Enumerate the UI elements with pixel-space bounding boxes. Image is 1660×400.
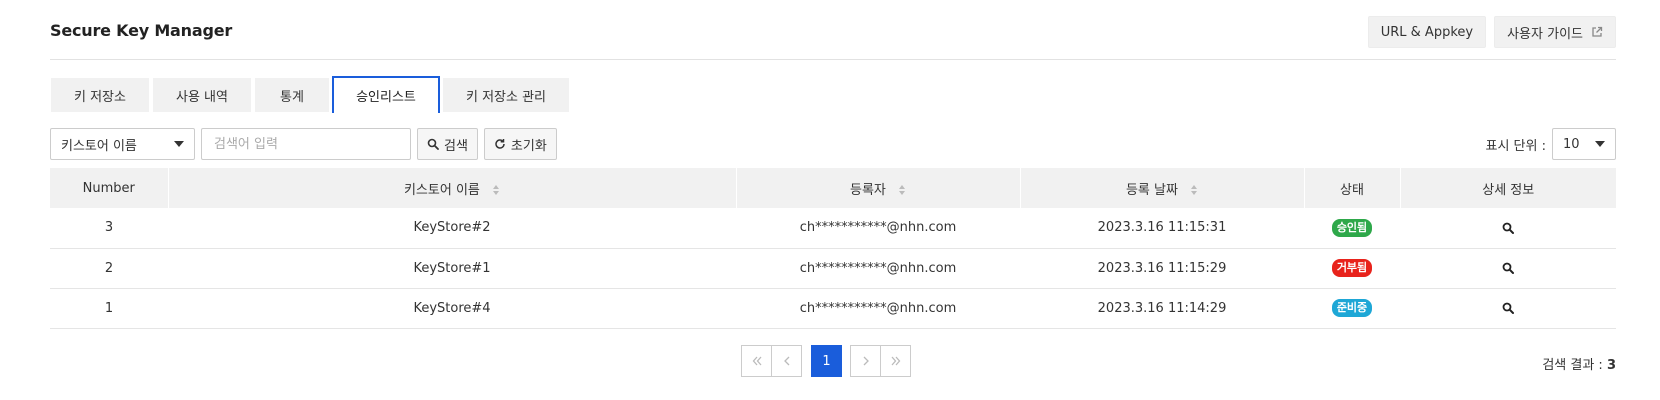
cell-registrant: ch***********@nhn.com: [736, 208, 1020, 249]
url-appkey-button[interactable]: URL & Appkey: [1367, 16, 1487, 48]
status-badge: 거부됨: [1331, 259, 1373, 277]
column-header-label: 키스토어 이름: [403, 182, 480, 198]
page-size-control: 표시 단위 : 10: [1485, 128, 1616, 160]
last-page-button[interactable]: [880, 345, 911, 377]
cell-status: 거부됨: [1304, 248, 1400, 289]
search-field-select-value: 키스토어 이름: [61, 138, 137, 154]
next-page-button[interactable]: [850, 345, 881, 377]
cell-details: [1400, 208, 1616, 249]
cell-status: 승인됨: [1304, 208, 1400, 249]
tab-usage-history[interactable]: 사용 내역: [152, 77, 252, 113]
sort-icon[interactable]: [898, 185, 906, 195]
column-header-registration-date[interactable]: 등록 날짜: [1019, 168, 1304, 208]
search-result-value: 3: [1606, 358, 1616, 373]
url-appkey-button-label: URL & Appkey: [1380, 24, 1474, 40]
table-row: 2 KeyStore#1 ch***********@nhn.com 2023.…: [50, 248, 1616, 289]
search-icon[interactable]: [1502, 262, 1514, 274]
pagination: 1: [741, 345, 911, 377]
search-icon[interactable]: [1502, 302, 1514, 314]
refresh-icon: [495, 139, 505, 149]
table-row: 3 KeyStore#2 ch***********@nhn.com 2023.…: [50, 208, 1616, 249]
cell-registration-date: 2023.3.16 11:15:31: [1020, 208, 1304, 249]
sort-icon[interactable]: [492, 185, 500, 195]
cell-registration-date: 2023.3.16 11:15:29: [1020, 248, 1304, 289]
column-header-number: Number: [50, 168, 168, 208]
search-icon[interactable]: [1502, 222, 1514, 234]
column-header-status: 상태: [1303, 168, 1400, 208]
cell-registrant: ch***********@nhn.com: [736, 288, 1020, 329]
status-badge: 승인됨: [1331, 218, 1373, 237]
chevron-right-icon: [863, 356, 869, 366]
external-link-icon: [1592, 26, 1603, 37]
cell-registrant: ch***********@nhn.com: [736, 248, 1020, 289]
double-chevron-left-icon: [752, 356, 761, 366]
column-header-details: 상세 정보: [1399, 168, 1616, 208]
column-header-label: 상태: [1340, 182, 1364, 198]
search-field-select[interactable]: 키스토어 이름: [50, 128, 195, 160]
page-title: Secure Key Manager: [50, 21, 233, 40]
page-header: Secure Key Manager URL & Appkey 사용자 가이드: [50, 0, 1616, 60]
cell-keystore-name: KeyStore#4: [168, 288, 736, 329]
tab-statistics[interactable]: 통계: [254, 77, 330, 113]
user-guide-button-label: 사용자 가이드: [1507, 26, 1583, 42]
search-result-count: 검색 결과 : 3: [1542, 354, 1616, 373]
column-header-label: 등록자: [849, 182, 886, 198]
tab-bar: 키 저장소 사용 내역 통계 승인리스트 키 저장소 관리: [50, 76, 572, 113]
chevron-left-icon: [783, 356, 789, 366]
chevron-down-icon: [174, 141, 184, 147]
tab-label: 키 저장소 관리: [465, 89, 547, 105]
prev-page-button[interactable]: [771, 345, 802, 377]
search-input[interactable]: [201, 128, 411, 160]
sort-icon[interactable]: [1190, 185, 1198, 195]
column-header-registrant[interactable]: 등록자: [735, 168, 1020, 208]
status-badge: 준비중: [1331, 299, 1373, 317]
reset-button[interactable]: 초기화: [483, 128, 557, 160]
search-result-label: 검색 결과 :: [1542, 358, 1603, 373]
page-size-label: 표시 단위 :: [1485, 138, 1547, 154]
page-size-select[interactable]: 10: [1552, 128, 1616, 160]
tab-keystore-management[interactable]: 키 저장소 관리: [442, 77, 570, 113]
tab-label: 키 저장소: [74, 89, 126, 105]
double-chevron-right-icon: [891, 356, 900, 366]
cell-registration-date: 2023.3.16 11:14:29: [1020, 288, 1304, 329]
search-button-label: 검색: [444, 138, 468, 154]
reset-button-label: 초기화: [510, 138, 547, 154]
tab-approval-list[interactable]: 승인리스트: [332, 76, 440, 113]
tab-keystore[interactable]: 키 저장소: [50, 77, 150, 113]
approval-table: Number 키스토어 이름 등록자 등록 날짜 상태 상세 정보 3 KeyS…: [50, 168, 1616, 329]
search-button[interactable]: 검색: [417, 128, 478, 160]
tab-label: 통계: [280, 89, 304, 105]
tab-label: 사용 내역: [176, 89, 228, 105]
table-header-row: Number 키스토어 이름 등록자 등록 날짜 상태 상세 정보: [50, 168, 1616, 208]
column-header-label: Number: [82, 180, 135, 196]
cell-details: [1400, 248, 1616, 289]
first-page-button[interactable]: [741, 345, 772, 377]
cell-number: 2: [50, 248, 168, 289]
cell-number: 3: [50, 208, 168, 249]
header-actions: URL & Appkey 사용자 가이드: [1367, 16, 1616, 48]
cell-keystore-name: KeyStore#2: [168, 208, 736, 249]
page-number-button[interactable]: 1: [811, 345, 842, 377]
column-header-label: 등록 날짜: [1125, 182, 1178, 198]
cell-number: 1: [50, 288, 168, 329]
search-icon: [427, 138, 439, 150]
column-header-label: 상세 정보: [1482, 182, 1535, 198]
tab-label: 승인리스트: [356, 90, 416, 105]
cell-details: [1400, 288, 1616, 329]
page-size-value: 10: [1563, 136, 1580, 152]
cell-status: 준비중: [1304, 288, 1400, 329]
column-header-keystore-name[interactable]: 키스토어 이름: [167, 168, 736, 208]
table-row: 1 KeyStore#4 ch***********@nhn.com 2023.…: [50, 288, 1616, 329]
user-guide-button[interactable]: 사용자 가이드: [1494, 16, 1616, 48]
search-filter: 키스토어 이름 검색 초기화: [50, 128, 557, 160]
cell-keystore-name: KeyStore#1: [168, 248, 736, 289]
chevron-down-icon: [1595, 141, 1605, 147]
